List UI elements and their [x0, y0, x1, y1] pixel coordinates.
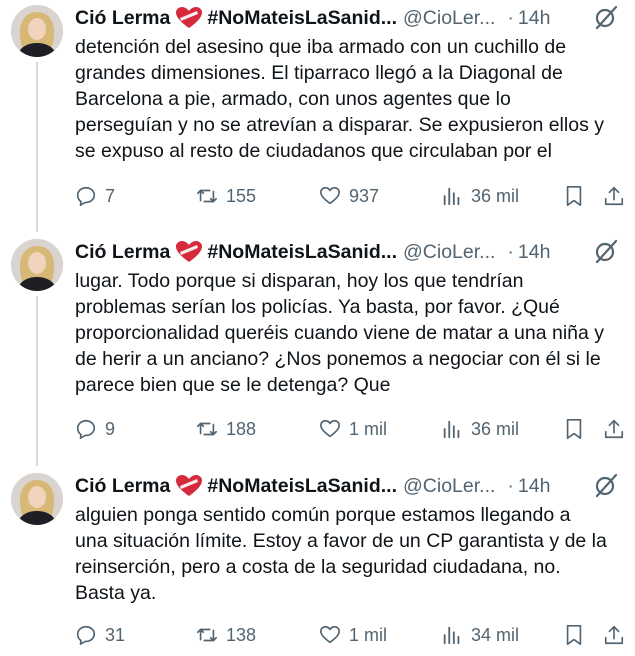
repost-button[interactable]: 188: [196, 414, 256, 444]
repost-count: 155: [226, 185, 257, 206]
share-icon: [604, 419, 624, 439]
tweet-text-line: una situación límite. Estoy a favor de u…: [75, 530, 607, 552]
tweet-text: lugar. Todo porque si disparan, hoy los …: [75, 268, 631, 398]
reply-icon: [76, 419, 96, 439]
reply-count: 7: [105, 185, 116, 206]
heart-ribbon-icon: [175, 474, 203, 498]
tweet-text: alguien ponga sentido común porque estam…: [75, 502, 631, 606]
grok-icon[interactable]: [593, 238, 619, 264]
share-button[interactable]: [603, 181, 625, 211]
bookmark-button[interactable]: [563, 414, 585, 444]
reply-count: 9: [105, 418, 116, 439]
views-icon: [443, 626, 460, 645]
bookmark-icon: [566, 186, 582, 206]
tweet-text-line: problemas serían los policías. Ya basta,…: [75, 296, 560, 318]
timestamp[interactable]: 14h: [518, 241, 551, 264]
heart-ribbon-icon: [175, 6, 203, 30]
like-icon: [320, 419, 340, 438]
views-icon: [443, 187, 460, 206]
tweet-text: detención del asesino que iba armado con…: [75, 34, 631, 164]
repost-button[interactable]: 138: [196, 620, 256, 650]
repost-button[interactable]: 155: [196, 181, 256, 211]
share-button[interactable]: [603, 620, 625, 650]
avatar[interactable]: [11, 473, 63, 525]
author-name[interactable]: Ció Lerma: [75, 475, 170, 498]
author-handle[interactable]: @CioLer...: [403, 7, 495, 30]
bookmark-button[interactable]: [563, 181, 585, 211]
tweet-header: Ció Lerma #NoMateisLaSanid... @CioLer...…: [75, 238, 627, 266]
reply-button[interactable]: 7: [75, 181, 115, 211]
tweet-text-line: perseguían y no se atrevían a disparar. …: [75, 114, 604, 136]
grok-icon[interactable]: [593, 4, 619, 30]
views-count: 34 mil: [471, 624, 520, 645]
like-count: 1 mil: [349, 418, 388, 439]
like-count: 1 mil: [349, 624, 388, 645]
bookmark-icon: [566, 419, 582, 439]
tweet-text-line: alguien ponga sentido común porque estam…: [75, 504, 571, 526]
repost-icon: [197, 628, 217, 642]
repost-icon: [197, 422, 217, 436]
like-button[interactable]: 937: [319, 181, 379, 211]
tweet-text-line: de herir a un anciano? ¿Nos ponemos a ne…: [75, 348, 601, 370]
tweet-header: Ció Lerma #NoMateisLaSanid... @CioLer...…: [75, 472, 627, 500]
repost-icon: [197, 189, 217, 203]
tweet-text-line: parece bien que se le detenga? Que: [75, 374, 391, 396]
repost-count: 138: [226, 624, 257, 645]
reply-button[interactable]: 9: [75, 414, 115, 444]
action-bar: 7 155 937 36 mil: [75, 181, 627, 211]
share-icon: [604, 625, 624, 645]
tweet-text-line: se expuso al resto de ciudadanos que cir…: [75, 140, 552, 162]
heart-ribbon-icon: [175, 240, 203, 264]
author-name[interactable]: Ció Lerma: [75, 241, 170, 264]
tweet[interactable]: Ció Lerma #NoMateisLaSanid... @CioLer...…: [0, 0, 635, 232]
reply-icon: [76, 186, 96, 206]
views-button[interactable]: 36 mil: [441, 181, 519, 211]
tweet-text-line: detención del asesino que iba armado con…: [75, 36, 567, 58]
tweet-text-line: reinserción, pero a costa de la segurida…: [75, 556, 561, 578]
tweet-text-line: grandes dimensiones. El tiparraco llegó …: [75, 62, 563, 84]
author-hashtag[interactable]: #NoMateisLaSanid...: [207, 475, 397, 498]
separator-dot: ·: [507, 240, 514, 263]
action-bar: 9 188 1 mil 36 mil: [75, 414, 627, 444]
views-icon: [443, 420, 460, 439]
tweet-text-line: Basta ya.: [75, 582, 157, 604]
tweet[interactable]: Ció Lerma #NoMateisLaSanid... @CioLer...…: [0, 468, 635, 656]
tweet-text-line: lugar. Todo porque si disparan, hoy los …: [75, 270, 524, 292]
avatar[interactable]: [11, 5, 63, 57]
like-button[interactable]: 1 mil: [319, 620, 387, 650]
like-icon: [320, 186, 340, 205]
bookmark-icon: [566, 625, 582, 645]
tweet-header: Ció Lerma #NoMateisLaSanid... @CioLer...…: [75, 4, 627, 32]
like-count: 937: [349, 185, 380, 206]
timestamp[interactable]: 14h: [518, 7, 551, 30]
author-handle[interactable]: @CioLer...: [403, 475, 495, 498]
bookmark-button[interactable]: [563, 620, 585, 650]
reply-button[interactable]: 31: [75, 620, 125, 650]
like-button[interactable]: 1 mil: [319, 414, 387, 444]
reply-count: 31: [105, 624, 126, 645]
like-icon: [320, 625, 340, 644]
reply-icon: [76, 625, 96, 645]
share-button[interactable]: [603, 414, 625, 444]
separator-dot: ·: [507, 474, 514, 497]
views-button[interactable]: 34 mil: [441, 620, 519, 650]
views-count: 36 mil: [471, 185, 520, 206]
timestamp[interactable]: 14h: [518, 475, 551, 498]
repost-count: 188: [226, 418, 257, 439]
avatar[interactable]: [11, 239, 63, 291]
tweet-text-line: proporcionalidad queréis cuando viene de…: [75, 322, 605, 344]
author-hashtag[interactable]: #NoMateisLaSanid...: [207, 241, 397, 264]
tweet[interactable]: Ció Lerma #NoMateisLaSanid... @CioLer...…: [0, 234, 635, 466]
grok-icon[interactable]: [593, 472, 619, 498]
separator-dot: ·: [507, 6, 514, 29]
author-handle[interactable]: @CioLer...: [403, 241, 495, 264]
views-count: 36 mil: [471, 418, 520, 439]
author-hashtag[interactable]: #NoMateisLaSanid...: [207, 7, 397, 30]
author-name[interactable]: Ció Lerma: [75, 7, 170, 30]
share-icon: [604, 186, 624, 206]
views-button[interactable]: 36 mil: [441, 414, 519, 444]
action-bar: 31 138 1 mil 34 mil: [75, 620, 627, 650]
tweet-text-line: Barcelona a pie, armado, con unos agente…: [75, 88, 511, 110]
